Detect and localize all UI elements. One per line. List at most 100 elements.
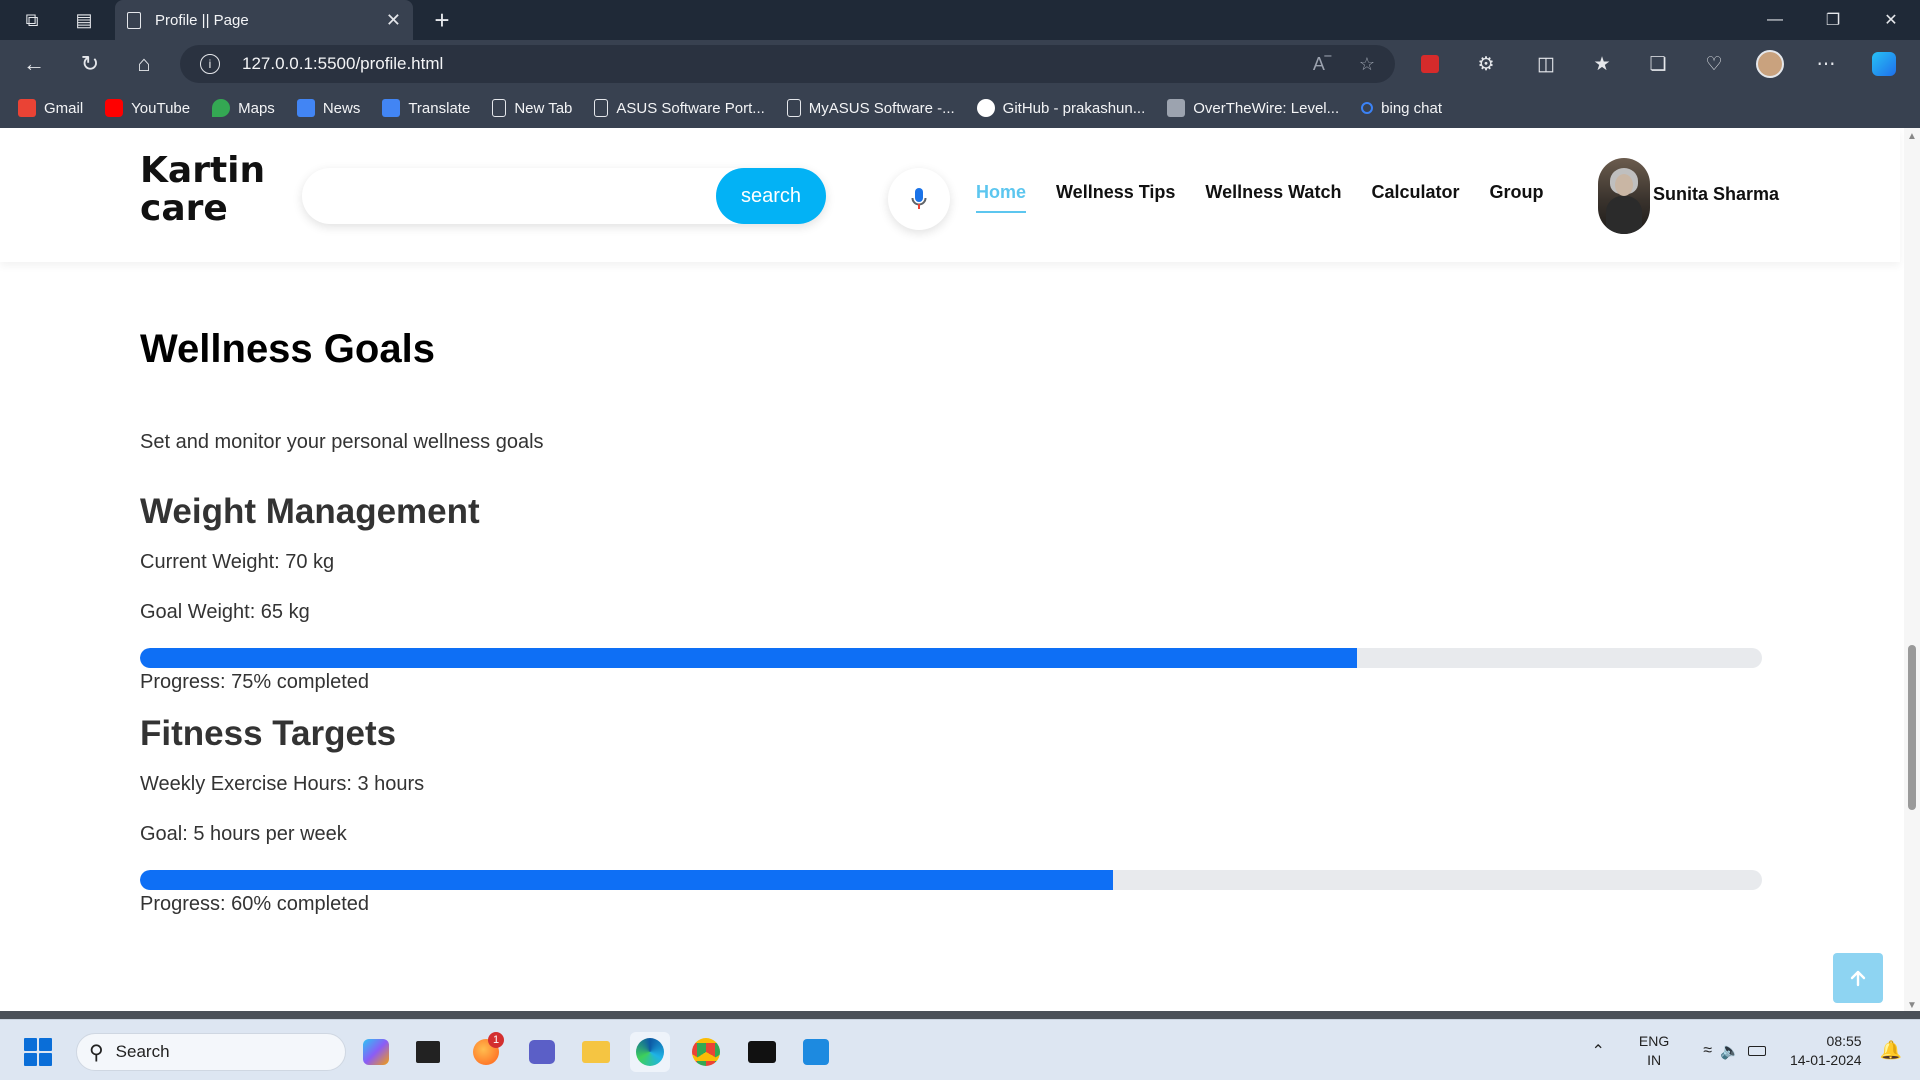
- copilot-pre-app-icon[interactable]: [356, 1032, 396, 1072]
- bookmarks-bar: Gmail YouTube Maps News Translate New Ta…: [0, 88, 1920, 128]
- more-options-icon[interactable]: ⋯: [1808, 46, 1844, 82]
- current-weight: Current Weight: 70 kg: [140, 551, 335, 573]
- bookmark-label: MyASUS Software -...: [808, 99, 955, 117]
- nav-calculator[interactable]: Calculator: [1371, 182, 1459, 213]
- page-icon: [786, 99, 801, 117]
- language-indicator[interactable]: ENG IN: [1639, 1032, 1669, 1070]
- windows-taskbar: ⚲ Search 1 ⌃ ENG IN ≈ 🔈 08:55 14-01-2024…: [0, 1019, 1920, 1080]
- home-icon[interactable]: ⌂: [126, 46, 162, 82]
- bookmark-asus-portal[interactable]: ASUS Software Port...: [594, 99, 765, 117]
- tab-profile-page[interactable]: Profile || Page ✕: [115, 0, 413, 40]
- close-tab-icon[interactable]: ✕: [386, 10, 401, 31]
- profile-avatar-icon[interactable]: [1752, 46, 1788, 82]
- page-icon: [492, 99, 507, 117]
- bookmark-github[interactable]: GitHub - prakashun...: [976, 99, 1145, 117]
- overthewire-icon: [1167, 99, 1186, 117]
- collections-icon[interactable]: ❏: [1640, 46, 1676, 82]
- shield-extension-icon[interactable]: [1412, 46, 1448, 82]
- bookmark-label: Translate: [408, 99, 471, 117]
- wifi-icon[interactable]: ≈: [1703, 1042, 1712, 1060]
- tab-actions-icon[interactable]: ▤: [64, 0, 104, 40]
- bookmark-translate[interactable]: Translate: [382, 99, 470, 117]
- restore-button[interactable]: ❐: [1804, 0, 1862, 40]
- voice-search-button[interactable]: [888, 168, 950, 230]
- nav-home[interactable]: Home: [976, 182, 1027, 213]
- scroll-thumb[interactable]: [1908, 645, 1916, 810]
- fitness-progress-text: Progress: 60% completed: [140, 893, 370, 915]
- browser-essentials-icon[interactable]: ♡: [1696, 46, 1732, 82]
- main-nav: Home Wellness Tips Wellness Watch Calcul…: [976, 182, 1543, 213]
- nav-wellness-watch[interactable]: Wellness Watch: [1205, 182, 1341, 213]
- microphone-icon: [911, 188, 927, 209]
- site-header: Kartin care search Home Wellness Tips We…: [0, 128, 1900, 262]
- bookmark-news[interactable]: News: [296, 99, 360, 117]
- copilot-icon[interactable]: [1866, 46, 1902, 82]
- workspaces-icon[interactable]: ⧉: [12, 0, 52, 40]
- bookmark-bing-chat[interactable]: bing chat: [1361, 100, 1442, 117]
- weight-progress-bar: [140, 648, 1762, 668]
- bookmark-maps[interactable]: Maps: [212, 99, 275, 117]
- site-logo[interactable]: Kartin care: [140, 152, 265, 228]
- site-search: search: [302, 168, 826, 224]
- user-avatar[interactable]: [1598, 158, 1650, 234]
- scroll-down-arrow-icon[interactable]: ▼: [1907, 1001, 1917, 1011]
- window-controls: — ❐ ✕: [1746, 0, 1920, 40]
- task-view-app-icon[interactable]: [408, 1032, 448, 1072]
- weight-progress-text: Progress: 75% completed: [140, 671, 370, 693]
- notification-badge: 1: [488, 1032, 504, 1048]
- chevron-up-icon[interactable]: ⌃: [1592, 1041, 1605, 1061]
- favorites-icon[interactable]: ★: [1584, 46, 1620, 82]
- search-button[interactable]: search: [716, 168, 826, 224]
- fitness-targets-title: Fitness Targets: [140, 714, 397, 753]
- file-explorer-app-icon[interactable]: [576, 1032, 616, 1072]
- close-window-button[interactable]: ✕: [1862, 0, 1920, 40]
- address-bar[interactable]: i 127.0.0.1:5500/profile.html A‾ ☆: [180, 45, 1395, 83]
- goal-weight: Goal Weight: 65 kg: [140, 601, 310, 623]
- nav-group[interactable]: Group: [1489, 182, 1543, 213]
- minimize-button[interactable]: —: [1746, 0, 1804, 40]
- battery-icon[interactable]: [1747, 1045, 1766, 1056]
- back-to-top-button[interactable]: [1833, 953, 1883, 1003]
- terminal-app-icon[interactable]: [742, 1032, 782, 1072]
- refresh-icon[interactable]: ↻: [72, 46, 108, 82]
- bing-search-icon: [1361, 102, 1374, 114]
- taskbar-search[interactable]: ⚲ Search: [76, 1033, 346, 1071]
- split-screen-icon[interactable]: ◫: [1528, 46, 1564, 82]
- volume-icon[interactable]: 🔈: [1720, 1041, 1740, 1061]
- extensions-icon[interactable]: ⚙: [1468, 46, 1504, 82]
- weight-management-title: Weight Management: [140, 492, 480, 531]
- bookmark-gmail[interactable]: Gmail: [18, 99, 83, 117]
- user-name[interactable]: Sunita Sharma: [1653, 184, 1779, 205]
- tab-title: Profile || Page: [155, 11, 249, 29]
- chrome-app-icon[interactable]: [686, 1032, 726, 1072]
- bookmark-new-tab[interactable]: New Tab: [492, 99, 572, 117]
- logo-line-1: Kartin: [140, 150, 266, 191]
- bookmark-myasus[interactable]: MyASUS Software -...: [786, 99, 955, 117]
- vscode-app-icon[interactable]: [796, 1032, 836, 1072]
- nav-wellness-tips[interactable]: Wellness Tips: [1056, 182, 1175, 213]
- github-icon: [976, 99, 995, 117]
- translate-icon: [382, 99, 401, 117]
- notification-bell-icon[interactable]: 🔔: [1880, 1040, 1902, 1061]
- youtube-icon: [105, 99, 124, 117]
- new-tab-button[interactable]: +: [422, 0, 462, 40]
- read-aloud-icon[interactable]: A‾: [1313, 54, 1331, 75]
- back-icon[interactable]: ←: [16, 46, 52, 82]
- site-info-icon[interactable]: i: [200, 54, 220, 74]
- teams-app-icon[interactable]: [522, 1032, 562, 1072]
- page-footer-edge: [0, 1011, 1920, 1019]
- taskbar-search-label: Search: [115, 1042, 170, 1061]
- gmail-icon: [18, 99, 36, 117]
- start-button[interactable]: [24, 1038, 52, 1066]
- search-input[interactable]: [322, 176, 702, 216]
- browser-titlebar: ⧉ ▤ Profile || Page ✕ + — ❐ ✕: [0, 0, 1920, 40]
- bookmark-youtube[interactable]: YouTube: [105, 99, 190, 117]
- bookmark-overthewire[interactable]: OverTheWire: Level...: [1167, 99, 1339, 117]
- clock[interactable]: 08:55 14-01-2024: [1790, 1032, 1862, 1070]
- favorite-star-icon[interactable]: ☆: [1359, 54, 1375, 75]
- edge-app-icon[interactable]: [630, 1032, 670, 1072]
- page-scrollbar[interactable]: ▲ ▼: [1904, 128, 1920, 1015]
- system-tray: ⌃ ENG IN ≈ 🔈 08:55 14-01-2024 🔔: [1592, 1020, 1920, 1080]
- scroll-up-arrow-icon[interactable]: ▲: [1907, 132, 1917, 142]
- firefox-app-icon[interactable]: 1: [466, 1032, 506, 1072]
